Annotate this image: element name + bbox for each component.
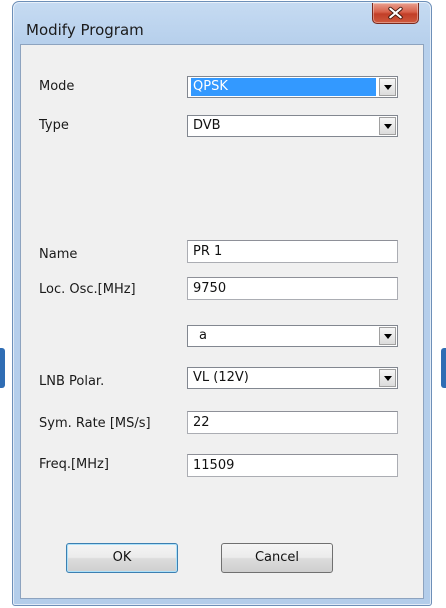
loc-osc-field[interactable]: 9750 bbox=[187, 277, 398, 300]
close-button[interactable] bbox=[372, 3, 419, 24]
chevron-down-icon bbox=[384, 376, 392, 381]
title-bar[interactable]: Modify Program bbox=[13, 2, 431, 44]
type-value: DVB bbox=[193, 118, 221, 133]
mode-dropdown-button[interactable] bbox=[379, 78, 396, 96]
background-window-edge-right bbox=[441, 348, 446, 388]
ok-button[interactable]: OK bbox=[66, 543, 178, 573]
type-select[interactable]: DVB bbox=[187, 115, 398, 137]
chevron-down-icon bbox=[384, 334, 392, 339]
dialog-client-area: Mode QPSK Type DVB Name PR 1 Loc. Osc.[M… bbox=[20, 44, 424, 599]
mode-label: Mode bbox=[39, 79, 75, 94]
freq-field[interactable]: 11509 bbox=[187, 454, 398, 477]
lnb-polar-select[interactable]: VL (12V) bbox=[187, 367, 398, 389]
band-dropdown-button[interactable] bbox=[379, 327, 396, 345]
sym-rate-field[interactable]: 22 bbox=[187, 411, 398, 434]
chevron-down-icon bbox=[384, 85, 392, 90]
modify-program-dialog: Modify Program Mode QPSK Type DVB Name P… bbox=[12, 1, 432, 606]
sym-rate-label: Sym. Rate [MS/s] bbox=[39, 416, 151, 431]
lnb-polar-dropdown-button[interactable] bbox=[379, 369, 396, 387]
name-label: Name bbox=[39, 247, 78, 262]
type-label: Type bbox=[39, 118, 69, 133]
mode-value: QPSK bbox=[191, 78, 376, 96]
freq-label: Freq.[MHz] bbox=[39, 457, 109, 472]
background-window-edge-left bbox=[0, 348, 5, 388]
cancel-button[interactable]: Cancel bbox=[221, 543, 333, 573]
band-select[interactable]: a bbox=[187, 325, 398, 347]
lnb-polar-value: VL (12V) bbox=[193, 370, 249, 385]
band-value: a bbox=[199, 328, 207, 343]
window-title: Modify Program bbox=[26, 21, 144, 39]
chevron-down-icon bbox=[384, 124, 392, 129]
screen: Modify Program Mode QPSK Type DVB Name P… bbox=[0, 0, 446, 608]
mode-select[interactable]: QPSK bbox=[187, 76, 398, 98]
lnb-polar-label: LNB Polar. bbox=[39, 374, 105, 389]
loc-osc-label: Loc. Osc.[MHz] bbox=[39, 282, 136, 297]
name-field[interactable]: PR 1 bbox=[187, 240, 398, 263]
close-icon bbox=[388, 6, 403, 20]
type-dropdown-button[interactable] bbox=[379, 117, 396, 135]
